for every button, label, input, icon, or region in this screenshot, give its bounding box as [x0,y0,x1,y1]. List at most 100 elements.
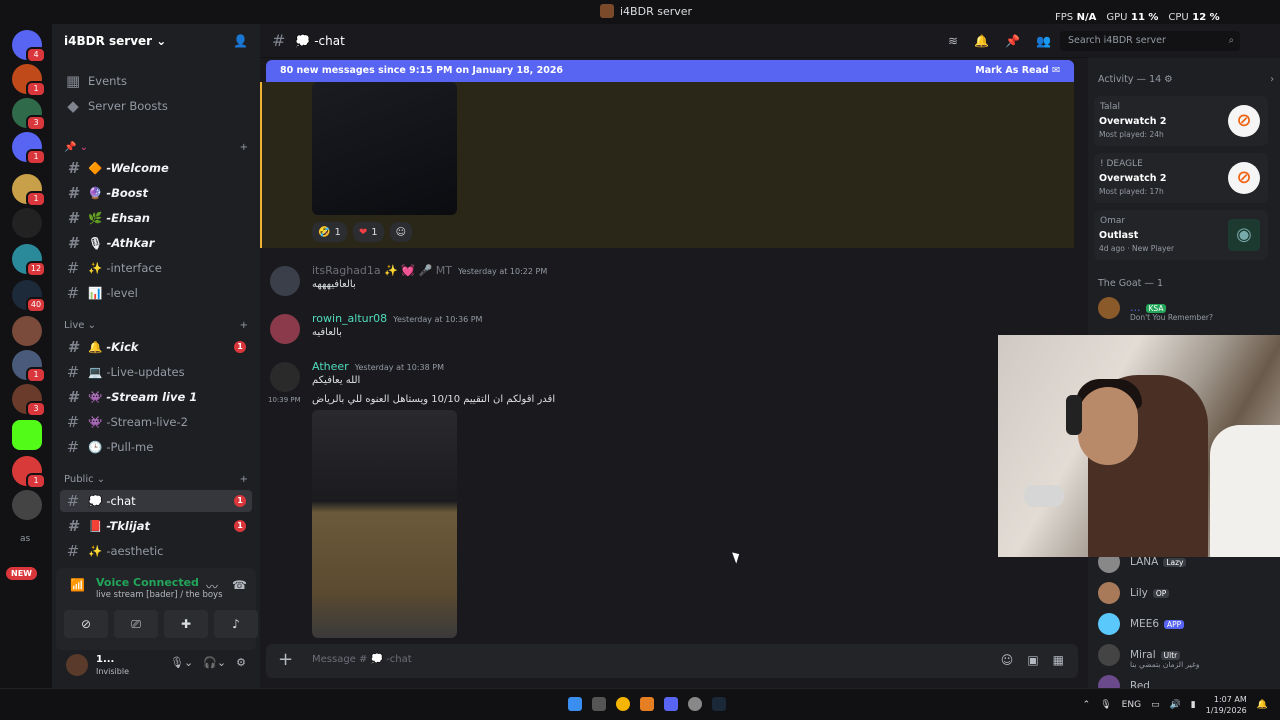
apps-icon[interactable]: ▦ [1053,653,1064,667]
username[interactable]: 1... [96,654,114,665]
channel-top-1[interactable]: # 🔮 -Boost [60,182,252,204]
guild-header[interactable]: i4BDR server ⌄ 👤 [52,24,260,58]
channel-top-2[interactable]: # 🌿 -Ehsan [60,207,252,229]
activity-header[interactable]: Activity — 14 ⚙ › [1098,74,1274,85]
channel-live-0[interactable]: # 🔔 -Kick 1 [60,336,252,358]
avatar[interactable] [66,654,88,676]
server-icon-9[interactable]: 1 [12,350,46,383]
mic-icon[interactable]: 🎙 [1100,700,1111,710]
kick-server-icon[interactable] [12,420,42,450]
activity-card[interactable]: Omar Outlast 4d ago · New Player ◉ [1094,210,1268,260]
webcam-overlay [998,335,1280,557]
activity-card[interactable]: ! DEAGLE Overwatch 2 Most played: 17h ⊘ [1094,153,1268,203]
mic-icon[interactable]: 🎙⌄ [170,656,193,669]
soundboard-button[interactable]: ♪ [214,610,258,638]
voice-status[interactable]: Voice Connected [96,576,199,589]
add-channel-icon[interactable]: + [240,474,248,485]
category-pinned[interactable]: 📌 ⌄ + [64,142,248,153]
steam-icon[interactable] [712,697,726,711]
image-attachment[interactable] [312,82,457,215]
category-public[interactable]: Public ⌄ + [64,474,248,485]
reaction-laugh[interactable]: 🤣 1 [312,222,347,242]
add-reaction-button[interactable]: ☺ [389,222,413,242]
server-icon-10[interactable]: 3 [12,384,46,417]
voice-channel[interactable]: live stream [bader] / the boys [96,590,223,600]
noise-suppression-icon[interactable]: 〰 [206,578,218,595]
add-member-icon[interactable]: 👤 [233,34,248,48]
server-icon-7[interactable]: 40 [12,280,46,313]
threads-icon[interactable]: ≋ [948,34,958,48]
headphones-icon[interactable]: 🎧⌄ [203,656,226,669]
network-icon[interactable]: ▭ [1151,700,1160,710]
server-icon-3[interactable]: 1 [12,132,46,165]
chrome-icon[interactable] [616,697,630,711]
server-icon-12[interactable] [12,490,42,520]
server-initials[interactable]: as [20,534,30,544]
emoji-icon[interactable]: ☺ [1001,653,1014,667]
server-icon-1[interactable]: 1 [12,64,46,97]
channel-top-4[interactable]: # ✨ -interface [60,257,252,279]
disconnect-icon[interactable]: ☎ [232,578,247,592]
activity-card[interactable]: Talal Overwatch 2 Most played: 24h ⊘ [1094,96,1268,146]
chevron-right-icon[interactable]: › [1270,74,1274,85]
chevron-up-icon[interactable]: ⌃ [1083,700,1091,710]
battery-icon[interactable]: ▮ [1191,700,1196,710]
server-icon-2[interactable]: 3 [12,98,46,131]
camera-off-button[interactable]: ⊘ [64,610,108,638]
server-icon-6[interactable]: 12 [12,244,46,277]
add-channel-icon[interactable]: + [240,320,248,331]
image-attachment[interactable] [312,410,457,638]
gear-icon[interactable]: ⚙ [236,656,246,669]
avatar[interactable] [270,314,300,344]
channel-public-0[interactable]: # 💭 -chat 1 [60,490,252,512]
notification-icon[interactable]: 🔔 [1257,700,1268,710]
category-live[interactable]: Live ⌄ + [64,320,248,331]
channel-top-3[interactable]: # 🎙 -Athkar [60,232,252,254]
channel-top-0[interactable]: # 🔶 -Welcome [60,157,252,179]
clock[interactable]: 1:07 AM 1/19/2026 [1206,694,1247,716]
obs-icon[interactable] [688,697,702,711]
message-author[interactable]: itsRaghad1a ✨ 💓 🎤 MT Yesterday at 10:22 P… [312,264,547,277]
new-messages-bar[interactable]: 80 new messages since 9:15 PM on January… [266,60,1074,82]
boosts-link[interactable]: ◆ Server Boosts [60,95,252,117]
channel-live-2[interactable]: # 👾 -Stream live 1 [60,386,252,408]
message-author[interactable]: rowin_altur08 Yesterday at 10:36 PM [312,312,482,325]
members-icon[interactable]: 👥 [1036,34,1051,48]
member-goat[interactable]: … KSA Don't You Remember? [1098,296,1274,322]
channel-public-1[interactable]: # 📕 -Tklijat 1 [60,515,252,537]
language-indicator[interactable]: ENG [1122,700,1141,710]
add-channel-icon[interactable]: + [240,142,248,153]
server-icon-8[interactable] [12,316,42,346]
message-author[interactable]: Atheer Yesterday at 10:38 PM [312,360,444,373]
volume-icon[interactable]: 🔊 [1170,700,1181,710]
search-input[interactable]: Search i4BDR server ⌕ [1060,31,1240,51]
reaction-heart[interactable]: ❤ 1 [352,222,384,242]
activities-button[interactable]: ✚ [164,610,208,638]
channel-top-5[interactable]: # 📊 -level [60,282,252,304]
avatar[interactable] [270,266,300,296]
bell-icon[interactable]: 🔔 [974,34,989,48]
search-icon[interactable] [592,697,606,711]
member-item[interactable]: Miral Ultr وغير الزمان بتمضي بنا [1098,643,1274,669]
pin-icon[interactable]: 📌 [1005,34,1020,48]
discord-icon[interactable] [664,697,678,711]
server-icon-11[interactable]: 1 [12,456,46,489]
member-item[interactable]: Lily OP [1098,581,1274,605]
member-item[interactable]: MEE6 APP [1098,612,1274,636]
events-link[interactable]: ▦ Events [60,70,252,92]
screen-share-button[interactable]: ⎚ [114,610,158,638]
avatar[interactable] [270,362,300,392]
mark-as-read-button[interactable]: Mark As Read ✉ [975,65,1060,77]
channel-live-4[interactable]: # 🕒 -Pull-me [60,436,252,458]
channel-public-2[interactable]: # ✨ -aesthetic [60,540,252,562]
app-icon[interactable] [640,697,654,711]
start-icon[interactable] [568,697,582,711]
message-input[interactable]: + Message # 💭 -chat ☺ ▣ ▦ [266,644,1078,678]
channel-live-1[interactable]: # 💻 -Live-updates [60,361,252,383]
channel-live-3[interactable]: # 👾 -Stream-live-2 [60,411,252,433]
server-icon-5[interactable] [12,208,42,238]
plus-icon[interactable]: + [278,649,293,670]
home-button[interactable]: 4 [12,30,46,63]
server-icon-4[interactable]: 1 [12,174,46,207]
gif-icon[interactable]: ▣ [1027,653,1038,667]
